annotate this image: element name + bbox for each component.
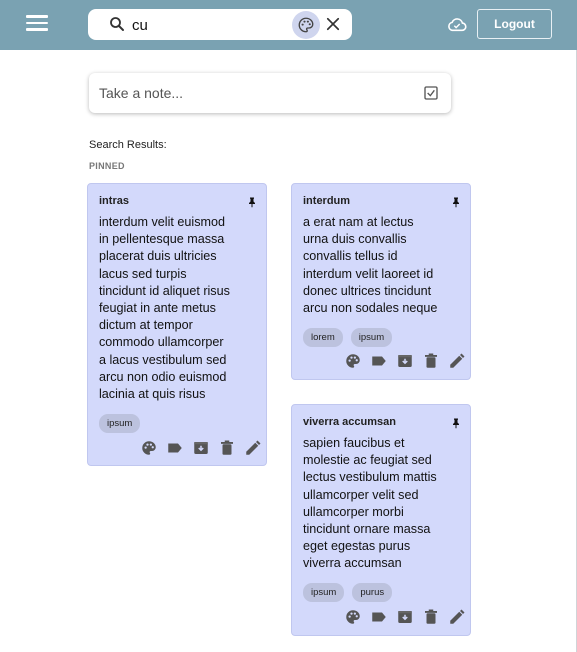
note-labels: lorem ipsum (303, 328, 393, 347)
label-icon[interactable] (370, 608, 388, 626)
pin-icon[interactable] (450, 417, 462, 429)
palette-icon (298, 17, 314, 33)
take-note-input[interactable] (99, 83, 399, 103)
delete-icon[interactable] (422, 608, 440, 626)
label-chip[interactable]: ipsum (99, 414, 141, 433)
note-title: intras (99, 195, 129, 207)
pin-icon[interactable] (450, 196, 462, 208)
note-actions (344, 352, 466, 370)
search-input[interactable] (132, 14, 282, 36)
close-icon[interactable] (324, 15, 342, 33)
search-icon[interactable] (108, 15, 126, 33)
logout-button[interactable]: Logout (477, 9, 552, 39)
take-note-bar (89, 73, 451, 113)
note-body: a erat nam at lectus urna duis convallis… (303, 215, 438, 316)
note-labels: ipsum (99, 414, 141, 433)
search-bar (88, 9, 352, 40)
archive-icon[interactable] (396, 352, 414, 370)
note-card[interactable]: viverra accumsan sapien faucibus et mole… (291, 404, 471, 636)
delete-icon[interactable] (218, 439, 236, 457)
edit-icon[interactable] (244, 439, 262, 457)
note-actions (140, 439, 262, 457)
edit-icon[interactable] (448, 608, 466, 626)
note-actions (344, 608, 466, 626)
label-icon[interactable] (166, 439, 184, 457)
note-body: sapien faucibus et molestie ac feugiat s… (303, 436, 437, 571)
label-chip[interactable]: lorem (303, 328, 343, 347)
palette-filter-button[interactable] (292, 11, 320, 39)
note-card[interactable]: intras interdum velit euismod in pellent… (87, 183, 267, 466)
note-labels: ipsum purus (303, 583, 393, 602)
cloud-sync-icon[interactable] (446, 15, 468, 33)
top-bar: Logout (0, 0, 577, 50)
pinned-section-heading: PINNED (89, 161, 125, 171)
label-icon[interactable] (370, 352, 388, 370)
search-results-heading: Search Results: (89, 139, 167, 151)
label-chip[interactable]: ipsum (303, 583, 345, 602)
palette-icon[interactable] (140, 439, 158, 457)
palette-icon[interactable] (344, 608, 362, 626)
edit-icon[interactable] (448, 352, 466, 370)
delete-icon[interactable] (422, 352, 440, 370)
note-card[interactable]: interdum a erat nam at lectus urna duis … (291, 183, 471, 380)
note-title: viverra accumsan (303, 416, 396, 428)
label-chip[interactable]: ipsum (350, 328, 393, 347)
checkbox-list-icon[interactable] (423, 85, 439, 101)
archive-icon[interactable] (192, 439, 210, 457)
note-body: interdum velit euismod in pellentesque m… (99, 215, 230, 402)
app-frame: Logout Search Results: PINNED intras int… (0, 0, 577, 652)
note-title: interdum (303, 195, 351, 207)
label-chip[interactable]: purus (352, 583, 393, 602)
palette-icon[interactable] (344, 352, 362, 370)
archive-icon[interactable] (396, 608, 414, 626)
hamburger-menu-icon[interactable] (24, 12, 50, 34)
pin-icon[interactable] (246, 196, 258, 208)
